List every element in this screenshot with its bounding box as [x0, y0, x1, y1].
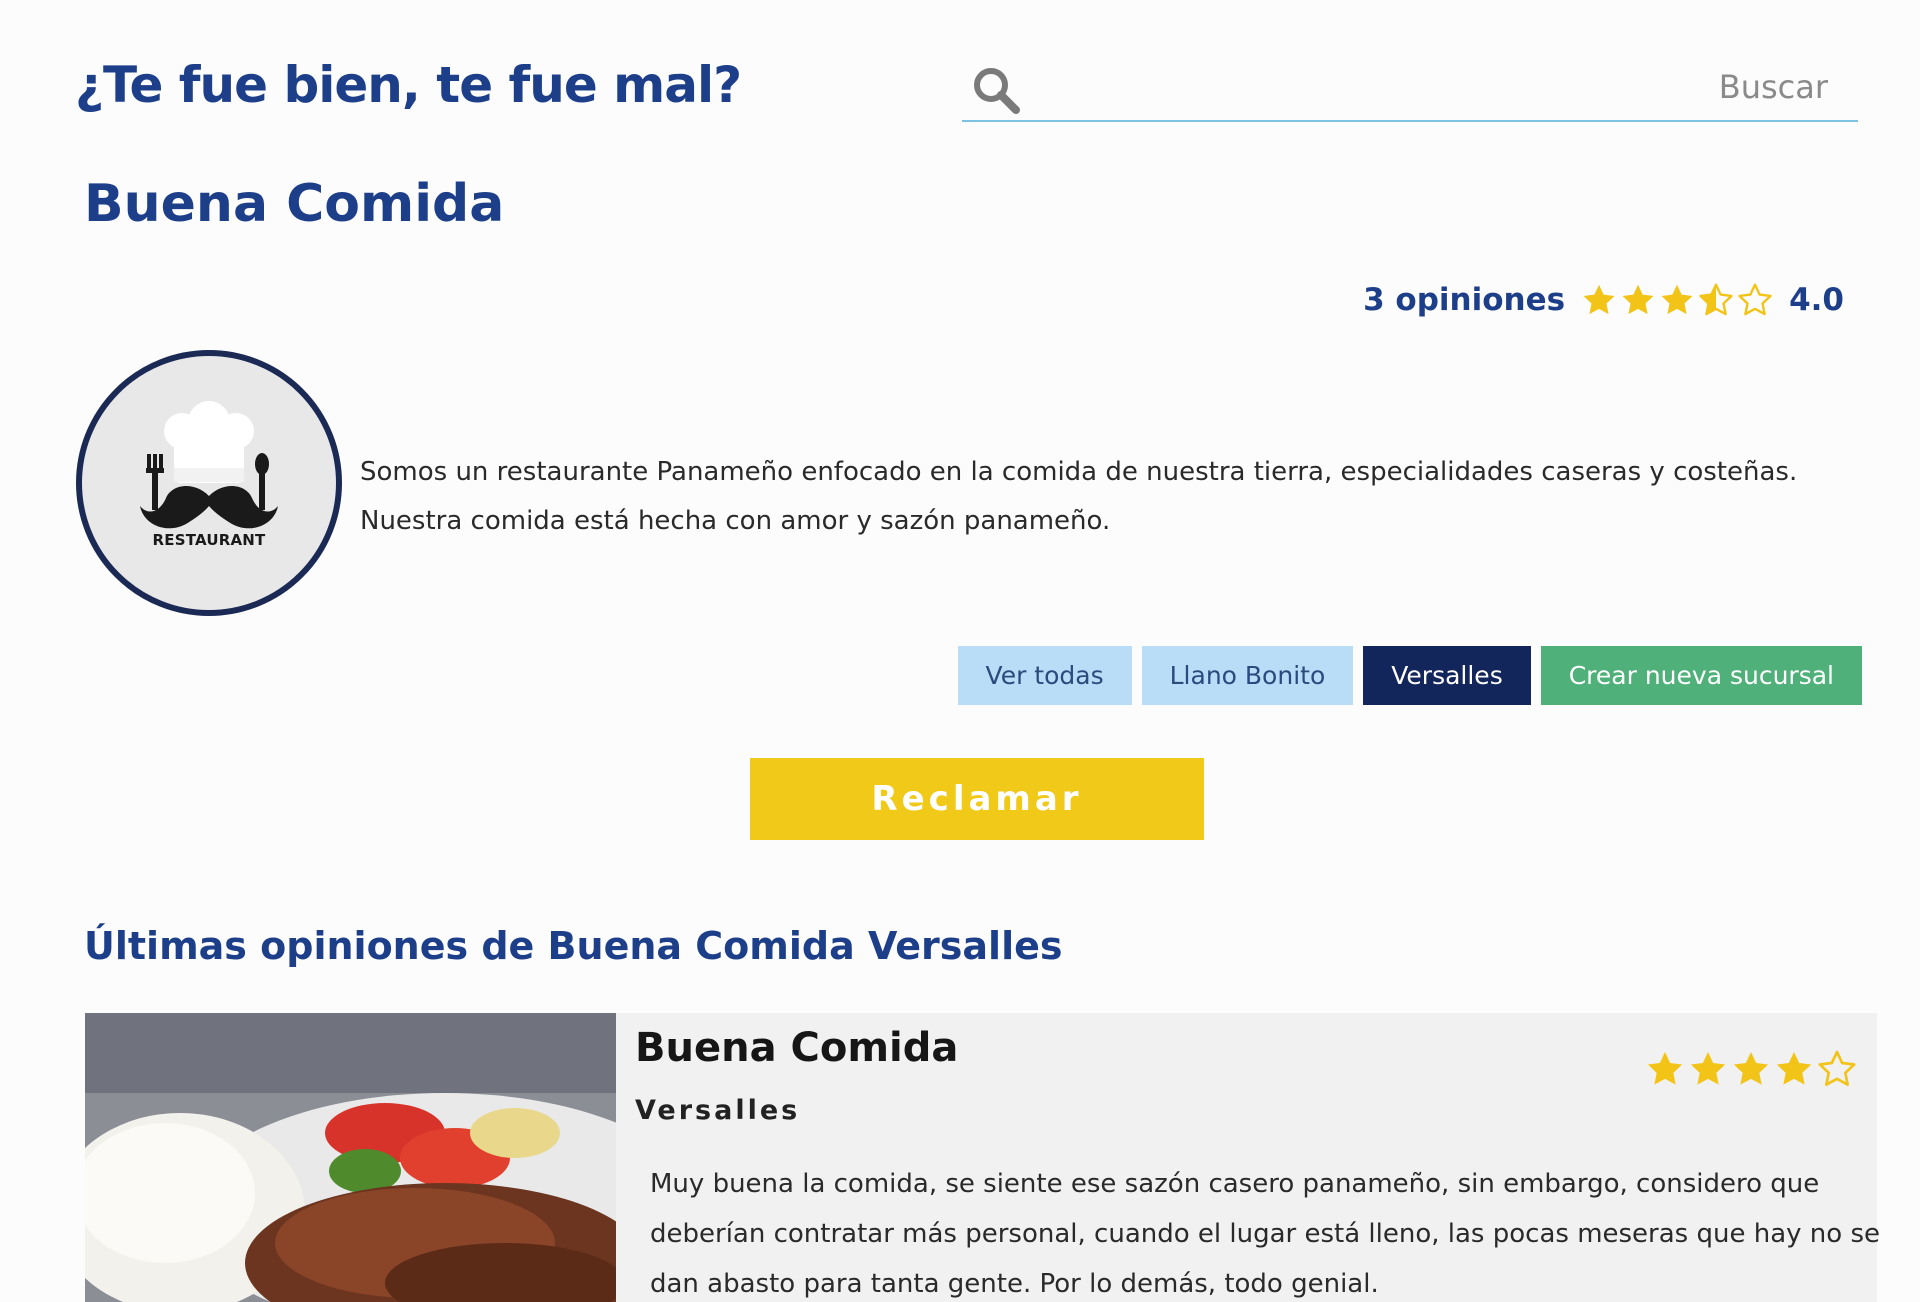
branch-selector: Ver todas Llano Bonito Versalles Crear n…: [957, 646, 1862, 705]
review-card[interactable]: Buena Comida Versalles Muy buena la comi…: [85, 1013, 1880, 1302]
review-branch-name: Versalles: [635, 1095, 801, 1126]
chef-mustache-icon: [140, 401, 278, 529]
branch-llano-bonito-button[interactable]: Llano Bonito: [1141, 646, 1354, 705]
business-stars: [1581, 282, 1773, 318]
review-text: Muy buena la comida, se siente ese sazón…: [650, 1159, 1880, 1302]
business-rating: 3 opiniones 4.0: [1363, 278, 1844, 322]
logo-text: RESTAURANT: [152, 531, 266, 549]
description-line: Somos un restaurante Panameño enfocado e…: [360, 457, 1798, 487]
claim-button[interactable]: Reclamar: [750, 758, 1204, 840]
latest-reviews-title: Últimas opiniones de Buena Comida Versal…: [84, 924, 1063, 968]
review-photo: [85, 1013, 616, 1302]
star-icon: [1645, 1049, 1685, 1089]
star-icon: [1659, 282, 1695, 318]
review-business-name: Buena Comida: [635, 1025, 959, 1071]
rating-value: 4.0: [1789, 282, 1844, 318]
review-text-line: deberían contratar más personal, cuando …: [650, 1219, 1880, 1249]
star-half-icon: [1698, 282, 1734, 318]
star-icon: [1620, 282, 1656, 318]
description-line: Nuestra comida está hecha con amor y saz…: [360, 506, 1111, 536]
create-branch-button[interactable]: Crear nueva sucursal: [1540, 646, 1862, 705]
search-icon[interactable]: [970, 64, 1022, 116]
star-icon: [1581, 282, 1617, 318]
search-bar: [962, 56, 1858, 122]
view-all-branches-button[interactable]: Ver todas: [957, 646, 1132, 705]
branch-versalles-button[interactable]: Versalles: [1363, 646, 1531, 705]
star-empty-icon: [1737, 282, 1773, 318]
business-name: Buena Comida: [84, 174, 505, 234]
star-icon: [1774, 1049, 1814, 1089]
star-empty-icon: [1817, 1049, 1857, 1089]
review-text-line: dan abasto para tanta gente. Por lo demá…: [650, 1269, 1379, 1299]
review-text-line: Muy buena la comida, se siente ese sazón…: [650, 1169, 1820, 1199]
reviews-count[interactable]: 3 opiniones: [1363, 282, 1565, 318]
site-title[interactable]: ¿Te fue bien, te fue mal?: [75, 56, 742, 114]
business-logo: RESTAURANT: [76, 350, 342, 616]
page: ¿Te fue bien, te fue mal? Buena Comida 3…: [0, 0, 1920, 1302]
search-input[interactable]: [1042, 62, 1828, 112]
star-icon: [1688, 1049, 1728, 1089]
business-description: Somos un restaurante Panameño enfocado e…: [360, 448, 1880, 546]
star-icon: [1731, 1049, 1771, 1089]
review-stars: [1645, 1049, 1857, 1089]
